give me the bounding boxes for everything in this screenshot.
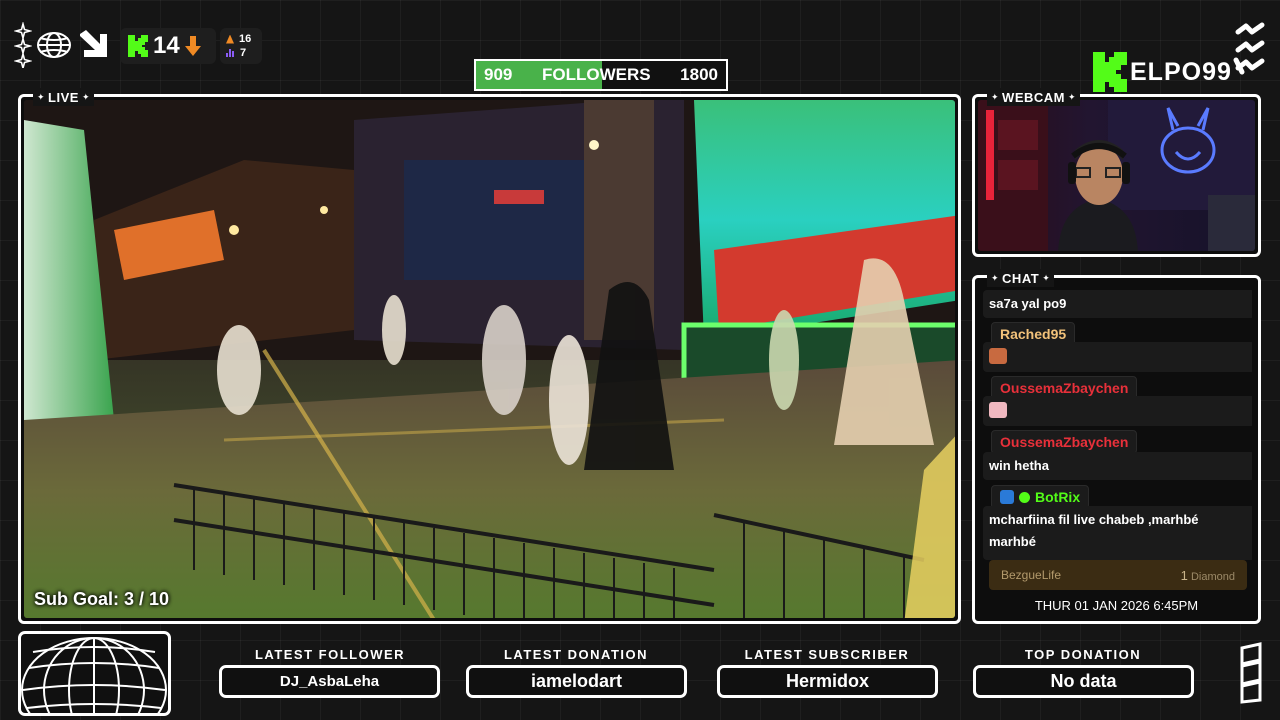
brand-name: ELPO99 — [1130, 57, 1232, 86]
chat-message — [983, 342, 1252, 372]
viewer-count: 14 — [153, 32, 180, 59]
chat-timestamp: THUR 01 JAN 2026 6:45PM — [1034, 598, 1199, 613]
chat-username-label: BotRix — [1035, 489, 1081, 505]
chat-message — [983, 396, 1252, 426]
donation-amount-value: 1 — [1180, 567, 1188, 583]
stats-box: 16 7 — [220, 28, 262, 64]
sub-goal-label: Sub Goal: 3 / 10 — [34, 589, 170, 609]
followers-target: 1800 — [680, 65, 718, 84]
kick-logo-icon — [128, 35, 148, 57]
webcam-tag: ✦ WEBCAM ✦ — [987, 88, 1081, 106]
followers-current: 909 — [484, 65, 513, 84]
live-stream-video[interactable]: Sub Goal: 3 / 10 — [24, 100, 955, 618]
chat-message: mcharfiina fil live chabeb ,marhbé marhb… — [983, 506, 1252, 560]
donation-amount: 1 Diamond — [1181, 568, 1235, 583]
verified-badge-icon — [1019, 491, 1030, 503]
chat-tag: ✦ CHAT ✦ — [987, 269, 1055, 287]
webcam-panel: ✦ WEBCAM ✦ — [972, 88, 1261, 257]
top-donation-label: TOP DONATION — [1024, 647, 1142, 662]
chat-panel: sa7a yal po9 Rached95 OussemaZbaychen Ou… — [972, 269, 1261, 624]
donation-alert: BezgueLife 1 Diamond — [989, 560, 1247, 590]
donation-user: BezgueLife — [1001, 568, 1062, 582]
zigzag-icon — [1233, 22, 1265, 75]
followers-label: FOLLOWERS — [541, 65, 651, 84]
street-scene-image — [24, 100, 955, 618]
arrow-down-icon — [184, 36, 201, 56]
brand-logo: ELPO99 — [1092, 50, 1232, 94]
webcam-video[interactable] — [978, 100, 1255, 251]
emote-icon — [989, 402, 1007, 418]
live-tag-label: LIVE — [48, 89, 79, 105]
chat-message-list[interactable]: sa7a yal po9 Rached95 OussemaZbaychen Ou… — [981, 288, 1252, 617]
chat-username-label: OussemaZbaychen — [1000, 434, 1129, 450]
person-icon — [226, 34, 234, 44]
chat-message: sa7a yal po9 — [983, 290, 1252, 318]
kick-k-icon — [1093, 52, 1127, 92]
latest-subscriber-label: LATEST SUBSCRIBER — [744, 647, 910, 662]
latest-follower-box: DJ_AsbaLeha — [219, 665, 440, 698]
bot-badge-icon — [1000, 490, 1014, 504]
latest-donation-label: LATEST DONATION — [503, 647, 649, 662]
live-tag: ✦ LIVE ✦ — [33, 88, 94, 106]
bars-icon — [226, 49, 235, 57]
sparkles-icon — [14, 22, 32, 68]
emote-icon — [989, 348, 1007, 364]
followers-goal-bar: 909 FOLLOWERS 1800 — [474, 59, 728, 91]
live-panel: Sub Goal: 3 / 10 ✦ LIVE ✦ — [18, 88, 961, 624]
webcam-image — [978, 100, 1255, 251]
latest-subscriber-box: Hermidox — [717, 665, 938, 698]
chat-username: OussemaZbaychen — [991, 430, 1138, 454]
globe-wireframe-icon — [21, 637, 167, 713]
chat-message: win hetha — [983, 452, 1252, 480]
donation-unit: Diamond — [1190, 570, 1235, 583]
latest-follower-label: LATEST FOLLOWER — [254, 647, 406, 662]
corner-logo-icon — [1240, 642, 1262, 704]
top-donation-box: No data — [973, 665, 1194, 698]
webcam-tag-label: WEBCAM — [1002, 89, 1065, 105]
globe-logo-box — [18, 631, 171, 716]
stat-bottom-value: 7 — [240, 47, 247, 59]
latest-donation-box: iamelodart — [466, 665, 687, 698]
arrow-down-right-icon — [80, 30, 107, 57]
viewer-count-box: 14 — [120, 28, 216, 64]
chat-tag-label: CHAT — [1002, 270, 1040, 286]
stat-top-value: 16 — [239, 33, 252, 45]
globe-icon — [37, 32, 71, 58]
